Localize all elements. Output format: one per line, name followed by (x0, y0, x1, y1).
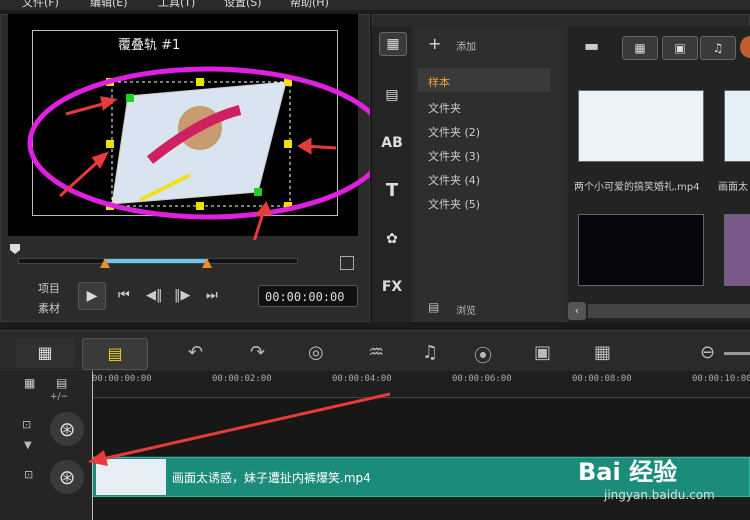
zoom-out-icon[interactable]: ⊖ (700, 342, 715, 363)
folder-item-2[interactable]: 文件夹 (2) (428, 124, 480, 140)
subtitle-icon[interactable]: ▣ (534, 342, 551, 363)
storyboard-view-icon[interactable]: ▦ (16, 338, 74, 368)
copy-icon[interactable] (340, 256, 354, 270)
ruler-tick-label: 00:00:06:00 (452, 374, 512, 384)
prev-frame-icon[interactable]: ◀‖ (146, 288, 163, 303)
annotation-arrow (88, 392, 391, 466)
ruler-tick-label: 00:00:08:00 (572, 374, 632, 384)
browse-label[interactable]: 浏览 (456, 302, 476, 317)
audio-icon[interactable]: ♒ (368, 342, 384, 363)
timecode-display[interactable]: 00:00:00:00 (258, 285, 358, 307)
next-frame-icon[interactable]: ‖▶ (174, 288, 191, 303)
overlay-clip-graphic[interactable] (0, 0, 370, 240)
fx-icon[interactable]: FX (379, 276, 405, 298)
folder-item-3[interactable]: 文件夹 (3) (428, 148, 480, 164)
music-icon[interactable]: ♫ (422, 342, 438, 363)
media-thumb[interactable] (724, 90, 750, 162)
transition-icon[interactable]: ▤ (379, 84, 405, 106)
scroll-left-button[interactable]: ‹ (568, 302, 586, 320)
media-thumb[interactable] (724, 214, 750, 286)
media-thumb[interactable] (578, 214, 704, 286)
folder-item-4[interactable]: 文件夹 (4) (428, 172, 480, 188)
folder-item-samples[interactable]: 样本 (428, 74, 450, 90)
play-button[interactable]: ▶ (78, 282, 106, 310)
timeline-view-icon[interactable]: ▤ (82, 338, 148, 370)
horizontal-scrollbar[interactable] (588, 304, 750, 318)
record-icon[interactable]: ◎ (308, 342, 324, 363)
clip-mode-label[interactable]: 素材 (38, 300, 60, 316)
ruler-tick-label: 00:00:10:00 (692, 374, 750, 384)
media-thumb-label: 两个小可爱的搞笑婚礼.mp4 (574, 182, 700, 193)
project-mode-label[interactable]: 项目 (38, 280, 60, 296)
filter-video-icon[interactable]: ▦ (622, 36, 658, 60)
folder-item-5[interactable]: 文件夹 (5) (428, 196, 480, 212)
title-ab-icon[interactable]: AB (379, 132, 405, 154)
redo-icon[interactable]: ↷ (250, 342, 265, 363)
undo-icon[interactable]: ↶ (188, 342, 203, 363)
zoom-slider[interactable] (724, 352, 750, 355)
add-label[interactable]: 添加 (456, 38, 476, 53)
home-icon[interactable]: ⏮ (118, 288, 130, 303)
title-t-icon[interactable]: T (379, 180, 405, 202)
browse-icon[interactable]: ▤ (428, 300, 439, 314)
filter-audio-icon[interactable]: ♫ (700, 36, 736, 60)
media-thumb[interactable] (578, 90, 704, 162)
trim-range (104, 259, 208, 263)
folder-item-1[interactable]: 文件夹 (428, 100, 461, 116)
add-icon[interactable]: + (428, 34, 441, 53)
watermark-url: jingyan.baidu.com (604, 488, 715, 502)
media-thumb-label: 画面太 (718, 182, 748, 193)
watermark-logo: Bai 经验 (578, 458, 678, 486)
graphics-icon[interactable]: ✿ (379, 228, 405, 250)
track-manager-icon[interactable]: ⦿ (474, 342, 492, 368)
folder-open-icon[interactable]: ▬ (584, 36, 599, 55)
filter-image-icon[interactable]: ▣ (662, 36, 698, 60)
media-icon[interactable]: ▦ (379, 32, 407, 56)
end-icon[interactable]: ⏭ (206, 288, 218, 303)
multi-view-icon[interactable]: ▦ (594, 342, 611, 363)
